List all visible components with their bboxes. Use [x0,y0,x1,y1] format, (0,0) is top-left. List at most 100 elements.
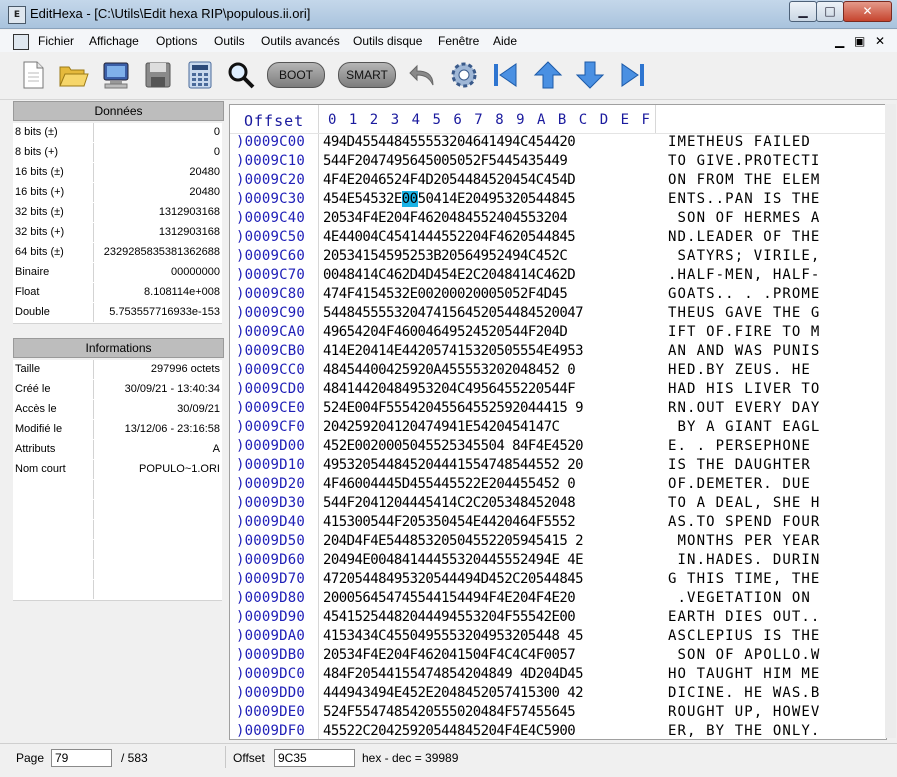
row-hex-bytes[interactable]: 204D4F4E54485320504552205945415 2 [323,533,584,549]
row-hex-bytes[interactable]: 454E54532E0050414E20495320544845 [323,191,576,207]
hex-row[interactable]: )0009CA0 49654204F46004649524520544F204D I… [230,324,886,343]
row-ascii[interactable]: SON OF HERMES A [668,210,820,226]
maximize-button[interactable]: □ [816,1,844,22]
computer-icon[interactable] [100,59,132,91]
row-ascii[interactable]: TO A DEAL, SHE H [668,495,820,511]
row-ascii[interactable]: ON FROM THE ELEM [668,172,820,188]
row-ascii[interactable]: MONTHS PER YEAR [668,533,820,549]
settings-gear-icon[interactable] [448,59,480,91]
search-icon[interactable] [225,59,257,91]
hex-row[interactable]: )0009C20 4F4E2046524F4D2054484520454C454D… [230,172,886,191]
hex-row[interactable]: )0009C90 54484555532047415645205448452004… [230,305,886,324]
row-hex-bytes[interactable]: 49654204F46004649524520544F204D [323,324,568,340]
row-ascii[interactable]: SATYRS; VIRILE, [668,248,820,264]
row-hex-bytes[interactable]: 474F4154532E00200020005052F4D45 [323,286,568,302]
row-hex-bytes[interactable]: 494D455448455553204641494C454420 [323,134,576,150]
calculator-icon[interactable] [184,59,216,91]
row-ascii[interactable]: E. . PERSEPHONE [668,438,820,454]
hex-row[interactable]: )0009D60 20494E00484144455320445552494E 4… [230,552,886,571]
row-hex-bytes[interactable]: 544F2047495645005052F5445435449 [323,153,568,169]
hex-row[interactable]: )0009CE0 524E004F55542045564552592044415 … [230,400,886,419]
hex-row[interactable]: )0009DB0 20534F4E204F462041504F4C4C4F0057… [230,647,886,666]
row-ascii[interactable]: RN.OUT EVERY DAY [668,400,820,416]
hex-row[interactable]: )0009DD0 444943494E452E2048452057415300 4… [230,685,886,704]
row-hex-bytes[interactable]: 524F5547485420555020484F57455645 [323,704,576,720]
smart-button[interactable]: SMART [338,62,396,88]
mdi-restore-button[interactable]: ▣ [854,34,865,48]
hex-row[interactable]: )0009D90 45415254482044494553204F55542E00… [230,609,886,628]
row-ascii[interactable]: HO TAUGHT HIM ME [668,666,820,682]
row-hex-bytes[interactable]: 20494E00484144455320445552494E 4E [323,552,584,568]
row-hex-bytes[interactable]: 20534154595253B20564952494C452C [323,248,568,264]
hex-row[interactable]: )0009CB0 414E20414E442057415320505554E495… [230,343,886,362]
hex-row[interactable]: )0009C10 544F2047495645005052F5445435449 T… [230,153,886,172]
hex-row[interactable]: )0009DC0 484F20544155474854204849 4D204D4… [230,666,886,685]
row-hex-bytes[interactable]: 495320544845204441554748544552 20 [323,457,584,473]
row-hex-bytes[interactable]: 0048414C462D4D454E2C2048414C462D [323,267,576,283]
title-bar[interactable]: E EditHexa - [C:\Utils\Edit hexa RIP\pop… [0,0,897,29]
close-button[interactable]: ✕ [843,1,892,22]
hex-row[interactable]: )0009D00 452E0020005045525345504 84F4E452… [230,438,886,457]
row-ascii[interactable]: HAD HIS LIVER TO [668,381,820,397]
arrow-down-icon[interactable] [574,59,606,91]
row-hex-bytes[interactable]: 20534F4E204F462041504F4C4C4F0057 [323,647,576,663]
hex-row[interactable]: )0009D20 4F46004445D455445522E204455452 0… [230,476,886,495]
boot-button[interactable]: BOOT [267,62,325,88]
mdi-minimize-button[interactable]: ▁ [835,34,844,48]
hex-row[interactable]: )0009C30 454E54532E0050414E20495320544845… [230,191,886,210]
menu-outils-disque[interactable]: Outils disque [353,34,422,48]
row-ascii[interactable]: HED.BY ZEUS. HE [668,362,820,378]
hex-row[interactable]: )0009CD0 48414420484953204C4956455220544F… [230,381,886,400]
hex-row[interactable]: )0009D10 495320544845204441554748544552 2… [230,457,886,476]
menu-affichage[interactable]: Affichage [89,34,139,48]
hex-row[interactable]: )0009DE0 524F5547485420555020484F57455645… [230,704,886,723]
row-ascii[interactable]: AS.TO SPEND FOUR [668,514,820,530]
row-ascii[interactable]: ND.LEADER OF THE [668,229,820,245]
row-ascii[interactable]: .HALF-MEN, HALF- [668,267,820,283]
row-hex-bytes[interactable]: 452E0020005045525345504 84F4E4520 [323,438,584,454]
row-hex-bytes[interactable]: 20534F4E204F4620484552404553204 [323,210,568,226]
row-hex-bytes[interactable]: 4E44004C4541444552204F4620544845 [323,229,576,245]
hex-row[interactable]: )0009CC0 48454400425920A455553202048452 0… [230,362,886,381]
hex-row[interactable]: )0009C80 474F4154532E00200020005052F4D45 G… [230,286,886,305]
hex-editor[interactable]: Offset 0123456789ABCDEF )0009C00 494D4554… [229,104,887,740]
row-ascii[interactable]: OF.DEMETER. DUE [668,476,820,492]
row-ascii[interactable]: IS THE DAUGHTER [668,457,820,473]
hex-row[interactable]: )0009DF0 45522C20425920544845204F4E4C5900… [230,723,886,739]
row-hex-bytes[interactable]: 4153434C4550495553204953205448 45 [323,628,584,644]
row-ascii[interactable]: ASCLEPIUS IS THE [668,628,820,644]
row-ascii[interactable]: IN.HADES. DURIN [668,552,820,568]
row-hex-bytes[interactable]: 47205448495320544494D452C20544845 [323,571,584,587]
arrow-up-icon[interactable] [532,59,564,91]
save-icon[interactable] [142,59,174,91]
last-page-icon[interactable] [616,59,648,91]
row-ascii[interactable]: ENTS..PAN IS THE [668,191,820,207]
document-icon[interactable] [13,34,29,50]
row-ascii[interactable]: ROUGHT UP, HOWEV [668,704,820,720]
hex-row[interactable]: )0009D70 47205448495320544494D452C2054484… [230,571,886,590]
row-hex-bytes[interactable]: 45522C20425920544845204F4E4C5900 [323,723,576,739]
hex-row[interactable]: )0009C70 0048414C462D4D454E2C2048414C462D… [230,267,886,286]
row-ascii[interactable]: DICINE. HE WAS.B [668,685,820,701]
row-hex-bytes[interactable]: 4F46004445D455445522E204455452 0 [323,476,576,492]
row-hex-bytes[interactable]: 4F4E2046524F4D2054484520454C454D [323,172,576,188]
hex-row[interactable]: )0009CF0 204259204120474941E5420454147C B… [230,419,886,438]
row-ascii[interactable]: THEUS GAVE THE G [668,305,820,321]
row-hex-bytes[interactable]: 484F20544155474854204849 4D204D45 [323,666,584,682]
row-ascii[interactable]: ER, BY THE ONLY. [668,723,820,739]
row-hex-bytes[interactable]: 524E004F55542045564552592044415 9 [323,400,584,416]
row-ascii[interactable]: G THIS TIME, THE [668,571,820,587]
row-ascii[interactable]: .VEGETATION ON [668,590,820,606]
menu-outils[interactable]: Outils [214,34,245,48]
row-hex-bytes[interactable]: 444943494E452E2048452057415300 42 [323,685,584,701]
row-ascii[interactable]: BY A GIANT EAGL [668,419,820,435]
first-page-icon[interactable] [490,59,522,91]
mdi-close-button[interactable]: ✕ [875,34,885,48]
row-hex-bytes[interactable]: 48414420484953204C4956455220544F [323,381,576,397]
row-hex-bytes[interactable]: 544F2041204445414C2C205348452048 [323,495,576,511]
hex-row[interactable]: )0009C00 494D455448455553204641494C454420… [230,134,886,153]
offset-input[interactable]: 9C35 [274,749,355,767]
hex-row[interactable]: )0009D80 200056454745544154494F4E204F4E20… [230,590,886,609]
minimize-button[interactable]: ▁ [789,1,817,22]
row-ascii[interactable]: GOATS.. . .PROME [668,286,820,302]
